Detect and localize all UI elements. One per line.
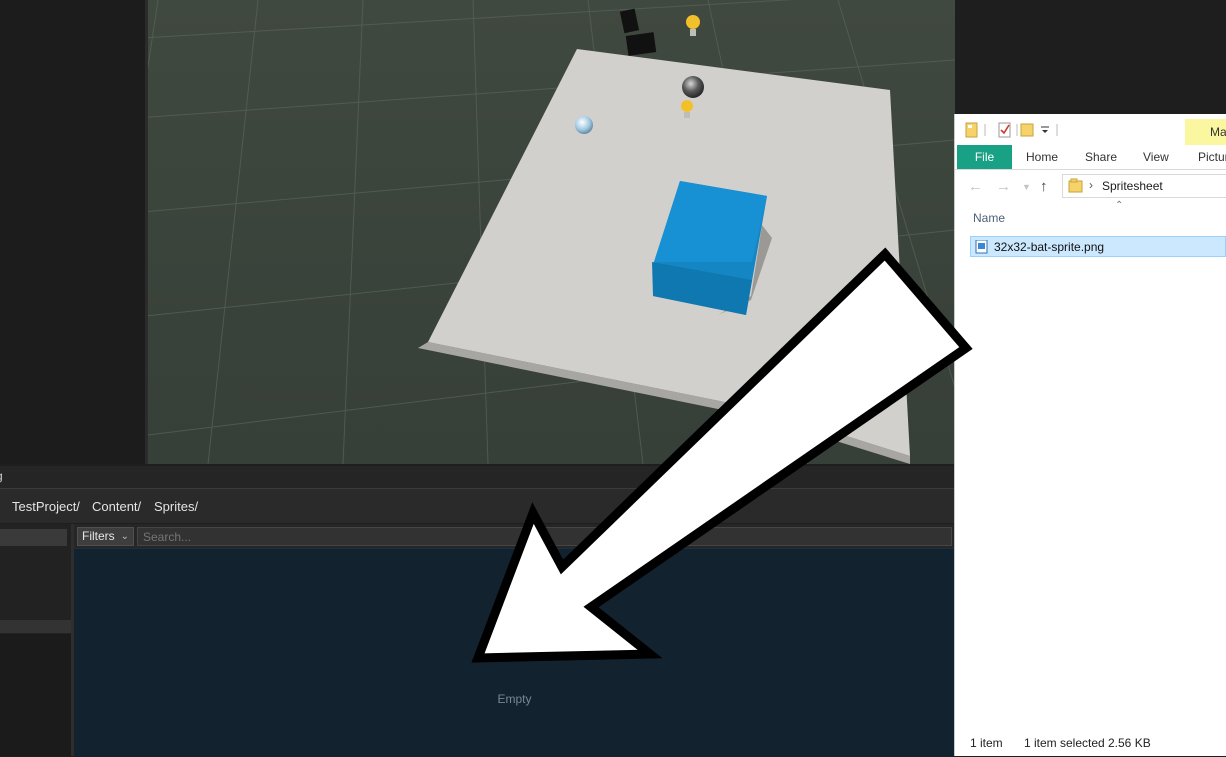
status-file-size: 2.56 KB <box>1108 736 1151 750</box>
address-path: Spritesheet <box>1102 179 1163 193</box>
file-name: 32x32-bat-sprite.png <box>994 240 1105 254</box>
tree-section-header[interactable] <box>0 620 71 633</box>
content-panel-title: g <box>0 469 3 483</box>
image-file-icon <box>975 240 988 254</box>
viewport-render <box>148 0 955 464</box>
recent-locations-chevron-icon[interactable]: ▼ <box>1022 182 1031 192</box>
empty-label: Empty <box>497 692 532 706</box>
column-header-name[interactable]: Name <box>973 211 1005 225</box>
checkmark-icon[interactable] <box>998 122 1011 138</box>
content-view[interactable]: Empty <box>74 548 955 757</box>
tab-view[interactable]: View <box>1143 150 1169 164</box>
sphere-gizmo <box>682 76 704 98</box>
sort-ascending-icon: ⌃ <box>1115 200 1124 211</box>
scene-outliner-panel <box>0 0 145 464</box>
scene-viewport[interactable] <box>148 0 955 464</box>
status-item-count: 1 item <box>970 736 1003 750</box>
file-list-item[interactable]: 32x32-bat-sprite.png <box>970 236 1226 257</box>
folder-icon <box>1068 178 1083 193</box>
tab-file[interactable]: File <box>957 145 1012 169</box>
folder-tree-panel <box>0 524 74 756</box>
breadcrumb: TestProject/ Content/ Sprites/ <box>0 489 955 523</box>
chevron-right-icon: › <box>1089 178 1093 192</box>
tree-search-input[interactable] <box>0 529 67 546</box>
content-toolbar: Filters ⌄ <box>74 524 955 548</box>
reflection-probe-gizmo <box>575 116 593 134</box>
breadcrumb-sprites[interactable]: Sprites/ <box>154 499 198 514</box>
ribbon-tabs: File Home Share View Pictur <box>955 145 1226 170</box>
back-arrow-icon[interactable]: ← <box>968 178 983 195</box>
breadcrumb-testproject[interactable]: TestProject/ <box>12 499 80 514</box>
tab-share[interactable]: Share <box>1085 150 1117 164</box>
status-bar: 1 item 1 item selected 2.56 KB <box>955 730 1226 756</box>
content-panel-header: g <box>0 466 955 489</box>
properties-icon[interactable] <box>965 122 978 138</box>
up-arrow-icon[interactable]: ↑ <box>1040 178 1048 195</box>
chevron-down-icon: ⌄ <box>120 531 129 542</box>
address-bar[interactable]: › Spritesheet <box>1062 174 1226 198</box>
customize-qat-icon[interactable] <box>1041 126 1049 133</box>
explorer-window: Ma File Home Share View Pictur ← → ▼ ↑ ›… <box>955 114 1226 756</box>
status-selected: 1 item selected <box>1024 736 1105 750</box>
ribbon-context-tab-header[interactable]: Ma <box>1185 119 1226 145</box>
tree-list <box>0 634 71 756</box>
forward-arrow-icon[interactable]: → <box>996 178 1011 195</box>
new-folder-icon[interactable] <box>1020 123 1034 137</box>
search-input[interactable] <box>137 527 952 546</box>
filters-dropdown[interactable]: Filters ⌄ <box>77 527 134 546</box>
filters-label: Filters <box>82 529 115 543</box>
navigation-bar: ← → ▼ ↑ › Spritesheet <box>955 170 1226 204</box>
tab-picture-tools[interactable]: Pictur <box>1198 150 1226 164</box>
tab-home[interactable]: Home <box>1026 150 1058 164</box>
breadcrumb-content[interactable]: Content/ <box>92 499 141 514</box>
